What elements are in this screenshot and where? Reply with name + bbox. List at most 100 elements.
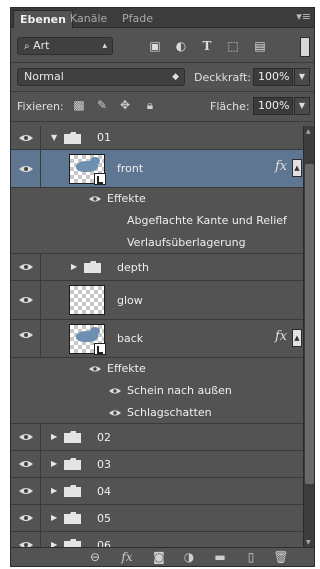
effect-item[interactable]: Abgeflachte Kante und Relief <box>11 210 303 232</box>
layer-group-01[interactable]: ▼ 01 <box>11 126 303 150</box>
collapse-triangle-icon[interactable]: ▼ <box>51 133 57 143</box>
panel-menu-icon[interactable]: ▾≡ <box>296 10 311 24</box>
expand-triangle-icon[interactable]: ▶ <box>51 459 57 469</box>
layer-style-marker-icon <box>94 343 106 355</box>
layer-name: 03 <box>97 458 111 471</box>
eye-icon <box>19 514 33 522</box>
filter-kind-dropdown[interactable]: ⌕ Art ▴ <box>17 37 113 55</box>
bottom-toolbar: ⊖ fx ◙ ◑ ▬ ▯ 🗑︎ <box>11 547 314 566</box>
folder-open-icon <box>64 132 81 144</box>
eye-icon[interactable] <box>89 365 101 373</box>
divider <box>11 121 314 122</box>
eye-icon <box>19 433 33 441</box>
scrollbar-thumb[interactable] <box>305 164 314 484</box>
lock-position-icon[interactable]: ✥ <box>118 98 132 112</box>
layer-thumbnail <box>69 324 106 355</box>
layer-group-04[interactable]: ▶ 04 <box>11 478 303 505</box>
layer-name: 01 <box>97 131 111 144</box>
layer-front[interactable]: front fx ▲ <box>11 150 303 188</box>
expand-triangle-icon[interactable]: ▶ <box>51 432 57 442</box>
layer-group-03[interactable]: ▶ 03 <box>11 451 303 478</box>
lock-all-icon[interactable]: 🔒︎ <box>143 98 157 112</box>
pixel-filter-icon[interactable]: ▣ <box>148 39 162 53</box>
effects-label: Effekte <box>107 362 146 375</box>
type-filter-icon[interactable]: T <box>200 39 214 53</box>
filter-toggle[interactable] <box>300 37 310 57</box>
layer-thumbnail <box>69 154 106 185</box>
eye-icon <box>19 487 33 495</box>
expand-triangle-icon[interactable]: ▶ <box>51 486 57 496</box>
new-group-icon[interactable]: ▬ <box>212 549 228 565</box>
lock-image-icon[interactable]: ✎ <box>95 98 109 112</box>
opacity-input[interactable]: 100% <box>253 68 293 86</box>
fx-icon[interactable]: fx <box>119 549 135 565</box>
dropdown-arrow-icon: ▴ <box>102 41 107 51</box>
layer-group-02[interactable]: ▶ 02 <box>11 424 303 451</box>
effects-collapse-button[interactable]: ▲ <box>292 329 302 347</box>
layer-group-05[interactable]: ▶ 05 <box>11 505 303 532</box>
scroll-up-icon[interactable]: ▲ <box>306 128 311 135</box>
visibility-toggle[interactable] <box>11 254 41 280</box>
layer-name: front <box>117 162 144 175</box>
effects-header-front: Effekte <box>11 188 303 210</box>
shape-filter-icon[interactable]: ⬚ <box>226 39 240 53</box>
smart-object-filter-icon[interactable]: ▤ <box>253 39 267 53</box>
adjustment-filter-icon[interactable]: ◐ <box>174 39 188 53</box>
effect-item[interactable]: Schlagschatten <box>11 402 303 424</box>
lock-transparent-icon[interactable]: ▩ <box>72 98 86 112</box>
visibility-toggle[interactable] <box>11 532 41 548</box>
layer-back[interactable]: back fx ▲ <box>11 320 303 358</box>
add-mask-icon[interactable]: ◙ <box>151 549 167 565</box>
thumbnail-shape <box>90 327 100 335</box>
fx-icon[interactable]: fx <box>275 159 287 174</box>
adjustment-layer-icon[interactable]: ◑ <box>181 549 197 565</box>
layer-name: 02 <box>97 431 111 444</box>
layer-group-06[interactable]: ▶ 06 <box>11 532 303 548</box>
visibility-toggle[interactable] <box>11 320 41 357</box>
layers-scrollbar[interactable]: ▲ ▼ <box>303 126 314 548</box>
filter-row: ⌕ Art ▴ ▣ ◐ T ⬚ ▤ <box>11 28 314 62</box>
eye-icon[interactable] <box>89 195 101 203</box>
layer-group-depth[interactable]: ▶ depth <box>11 254 303 281</box>
visibility-toggle[interactable] <box>11 451 41 477</box>
eye-icon[interactable] <box>109 387 121 395</box>
layer-name: 05 <box>97 512 111 525</box>
lock-label: Fixieren: <box>17 100 64 113</box>
tab-kanaele[interactable]: Kanäle <box>64 10 113 27</box>
folder-icon <box>64 512 81 524</box>
scroll-down-icon[interactable]: ▼ <box>306 539 311 546</box>
eye-icon <box>19 460 33 468</box>
eye-icon <box>19 134 33 142</box>
fill-slider-button[interactable]: ▼ <box>294 97 310 115</box>
eye-icon <box>19 263 33 271</box>
delete-icon[interactable]: 🗑︎ <box>273 549 289 565</box>
visibility-toggle[interactable] <box>11 281 41 319</box>
visibility-toggle[interactable] <box>11 126 41 149</box>
effect-name: Schein nach außen <box>127 384 232 397</box>
layer-glow[interactable]: glow <box>11 281 303 320</box>
eye-icon[interactable] <box>109 409 121 417</box>
effects-collapse-button[interactable]: ▲ <box>292 159 302 177</box>
effect-name: Verlaufsüberlagerung <box>127 236 246 249</box>
fx-icon[interactable]: fx <box>275 329 287 344</box>
visibility-toggle[interactable] <box>11 150 41 187</box>
blend-mode-dropdown[interactable]: Normal ◆ <box>17 68 185 86</box>
opacity-label: Deckkraft: <box>194 71 251 84</box>
expand-triangle-icon[interactable]: ▶ <box>71 262 77 272</box>
effect-item[interactable]: Verlaufsüberlagerung <box>11 232 303 254</box>
folder-icon <box>64 485 81 497</box>
visibility-toggle[interactable] <box>11 478 41 504</box>
divider <box>11 62 314 63</box>
opacity-slider-button[interactable]: ▼ <box>294 68 310 86</box>
link-layers-icon[interactable]: ⊖ <box>87 549 103 565</box>
fill-input[interactable]: 100% <box>253 97 293 115</box>
visibility-toggle[interactable] <box>11 505 41 531</box>
folder-icon <box>64 458 81 470</box>
tab-pfade[interactable]: Pfade <box>116 10 159 27</box>
effect-item[interactable]: Schein nach außen <box>11 380 303 402</box>
expand-triangle-icon[interactable]: ▶ <box>51 513 57 523</box>
effects-label: Effekte <box>107 192 146 205</box>
effect-name: Abgeflachte Kante und Relief <box>127 214 287 227</box>
new-layer-icon[interactable]: ▯ <box>243 549 259 565</box>
visibility-toggle[interactable] <box>11 424 41 450</box>
